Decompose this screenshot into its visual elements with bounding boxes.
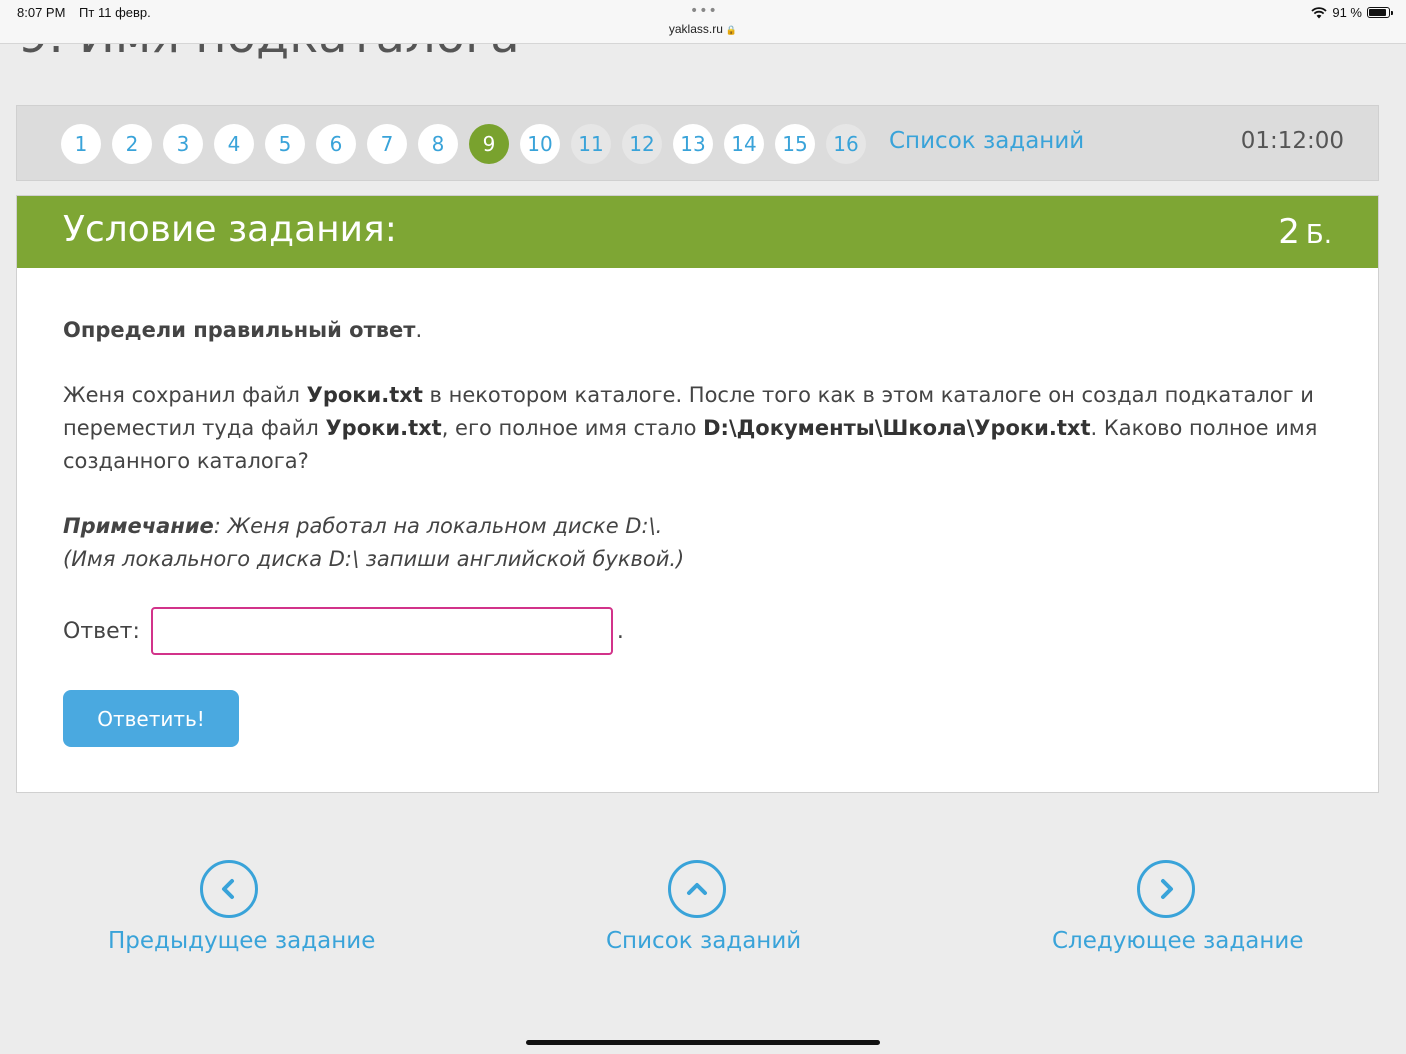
task-instruction: Определи правильный ответ. [63, 314, 1323, 347]
chevron-right-icon[interactable] [1137, 860, 1195, 918]
task-list-bottom-label: Список заданий [606, 928, 802, 954]
task-number-4[interactable]: 4 [214, 124, 254, 164]
task-number-11[interactable]: 11 [571, 124, 611, 164]
answer-period: . [616, 618, 624, 644]
task-number-7[interactable]: 7 [367, 124, 407, 164]
chevron-up-icon[interactable] [668, 860, 726, 918]
task-number-12[interactable]: 12 [622, 124, 662, 164]
timer: 01:12:00 [1240, 128, 1344, 154]
page-title: 9. Имя подкаталога [18, 44, 520, 60]
home-indicator[interactable] [526, 1040, 880, 1045]
task-number-1[interactable]: 1 [61, 124, 101, 164]
task-number-15[interactable]: 15 [775, 124, 815, 164]
task-number-list: 1 2 3 4 5 6 7 8 9 10 11 12 13 14 15 16 [61, 124, 866, 164]
page-title-clip: 9. Имя подкаталога [0, 44, 1406, 60]
answer-row: Ответ: . [63, 607, 624, 655]
task-text-part-3: , его полное имя стало [441, 416, 704, 440]
status-date: Пт 11 февр. [79, 5, 151, 20]
submit-button[interactable]: Ответить! [63, 690, 239, 747]
battery-percent: 91 % [1332, 5, 1362, 20]
note-line-2: (Имя локального диска D:\ запиши английс… [63, 547, 685, 571]
status-time-date: 8:07 PM Пт 11 февр. [17, 5, 161, 20]
task-list-link[interactable]: Список заданий [889, 128, 1084, 154]
answer-input[interactable] [150, 607, 613, 655]
task-text-bold-3: D:\Документы\Школа\Уроки.txt [703, 416, 1091, 440]
note-label: Примечание [63, 514, 214, 538]
task-header-title: Условие задания: [63, 209, 397, 250]
task-number-5[interactable]: 5 [265, 124, 305, 164]
lock-icon: 🔒 [725, 25, 738, 35]
task-points: 2 Б. [1278, 212, 1332, 252]
task-number-13[interactable]: 13 [673, 124, 713, 164]
task-note: Примечание: Женя работал на локальном ди… [63, 510, 1323, 576]
chevron-left-icon[interactable] [200, 860, 258, 918]
battery-level [1369, 9, 1387, 16]
points-value: 2 [1278, 212, 1300, 252]
task-card-header: Условие задания: 2 Б. [17, 196, 1378, 268]
wifi-icon [1311, 6, 1327, 18]
task-text: Женя сохранил файл Уроки.txt в некотором… [63, 379, 1323, 478]
more-dots-icon[interactable]: ••• [690, 3, 718, 19]
points-unit: Б. [1305, 220, 1332, 250]
battery-icon [1367, 7, 1393, 18]
task-text-bold-2: Уроки.txt [325, 416, 442, 440]
task-list-bottom-link[interactable]: Список заданий [606, 860, 802, 954]
task-number-14[interactable]: 14 [724, 124, 764, 164]
task-number-10[interactable]: 10 [520, 124, 560, 164]
task-number-6[interactable]: 6 [316, 124, 356, 164]
url-text: yaklass.ru [668, 22, 723, 36]
task-card: Условие задания: 2 Б. Определи правильный… [16, 195, 1379, 793]
task-number-3[interactable]: 3 [163, 124, 203, 164]
prev-task-label: Предыдущее задание [108, 928, 376, 954]
task-number-9[interactable]: 9 [469, 124, 509, 164]
status-right: 91 % [1311, 5, 1393, 20]
note-text: : Женя работал на локальном диске D:\. [213, 514, 663, 538]
task-number-8[interactable]: 8 [418, 124, 458, 164]
next-task-link[interactable]: Следующее задание [1052, 860, 1304, 954]
address-bar[interactable]: yaklass.ru 🔒 [0, 22, 1406, 36]
task-body: Определи правильный ответ. Женя сохранил… [63, 314, 1323, 576]
task-number-16[interactable]: 16 [826, 124, 866, 164]
task-text-bold-1: Уроки.txt [306, 383, 423, 407]
task-text-part-1: Женя сохранил файл [63, 383, 307, 407]
status-time: 8:07 PM [17, 5, 66, 20]
instruction-text: Определи правильный ответ [63, 318, 416, 342]
prev-task-link[interactable]: Предыдущее задание [108, 860, 376, 954]
task-number-2[interactable]: 2 [112, 124, 152, 164]
task-nav-bar: 1 2 3 4 5 6 7 8 9 10 11 12 13 14 15 16 Список заданий 0… [16, 105, 1379, 181]
instruction-period: . [415, 318, 423, 342]
status-bar: 8:07 PM Пт 11 февр. ••• yaklass.ru 🔒 91 % [0, 0, 1406, 44]
next-task-label: Следующее задание [1052, 928, 1304, 954]
answer-label: Ответ: [63, 618, 140, 644]
